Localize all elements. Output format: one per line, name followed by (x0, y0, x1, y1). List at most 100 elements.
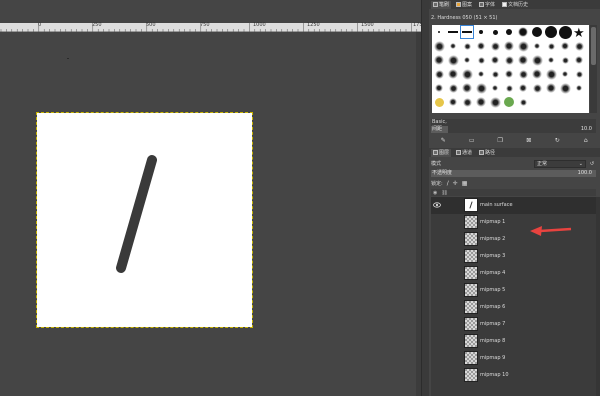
brush-preview[interactable] (474, 95, 488, 109)
layer-row[interactable]: mipmap 10 (431, 367, 596, 384)
brush-preview[interactable] (516, 53, 530, 67)
layer-row[interactable]: mipmap 9 (431, 350, 596, 367)
tab-brushes[interactable]: 笔刷 (431, 0, 452, 9)
layer-row[interactable]: mipmap 7 (431, 316, 596, 333)
brush-preview[interactable] (502, 67, 516, 81)
new-brush-button[interactable]: ▭ (468, 136, 476, 144)
brush-preview[interactable] (572, 67, 586, 81)
brush-preview[interactable] (572, 53, 586, 67)
layer-row[interactable]: mipmap 8 (431, 333, 596, 350)
edit-brush-button[interactable]: ✎ (439, 136, 447, 144)
brush-preview[interactable] (460, 95, 474, 109)
brush-preview[interactable] (460, 39, 474, 53)
brush-preview[interactable] (474, 53, 488, 67)
brush-preview[interactable] (558, 39, 572, 53)
tab-document-history[interactable]: 文档历史 (500, 1, 530, 9)
brush-preview[interactable] (572, 81, 586, 95)
open-brush-folder-button[interactable]: ⌂ (582, 136, 590, 144)
lock-alpha-icon[interactable]: ▦ (462, 180, 468, 187)
brush-preview[interactable] (460, 67, 474, 81)
brush-preview[interactable] (474, 39, 488, 53)
delete-brush-button[interactable]: ⊠ (525, 136, 533, 144)
brush-preview[interactable] (530, 95, 544, 109)
brush-preview[interactable] (446, 39, 460, 53)
brush-preview[interactable] (460, 25, 474, 39)
brush-preview[interactable] (502, 53, 516, 67)
brush-preview[interactable] (488, 25, 502, 39)
lock-pixels-icon[interactable]: ∕ (447, 180, 449, 187)
eye-icon[interactable] (433, 202, 441, 208)
brush-preview[interactable] (432, 39, 446, 53)
brush-preview[interactable] (446, 81, 460, 95)
brush-preview[interactable] (558, 81, 572, 95)
brush-preview[interactable] (544, 53, 558, 67)
brush-preview[interactable] (488, 67, 502, 81)
brush-preview[interactable] (558, 25, 572, 39)
brush-preview[interactable] (530, 25, 544, 39)
layer-row[interactable]: main surface (431, 197, 596, 214)
brush-grid[interactable]: ★ (432, 25, 589, 113)
layer-row[interactable]: mipmap 4 (431, 265, 596, 282)
brush-preview[interactable] (432, 53, 446, 67)
brush-preview[interactable] (446, 53, 460, 67)
brush-preview[interactable] (544, 95, 558, 109)
lock-position-icon[interactable]: ✛ (453, 180, 458, 187)
layers-scrollbar[interactable] (596, 197, 600, 396)
brush-grid-scrollbar[interactable] (590, 25, 597, 113)
brush-tag-filter[interactable]: Basic, (431, 119, 596, 126)
layer-row[interactable]: mipmap 6 (431, 299, 596, 316)
brush-preview[interactable] (530, 53, 544, 67)
brush-preview[interactable] (530, 81, 544, 95)
brush-preview[interactable] (516, 39, 530, 53)
brush-preview[interactable] (516, 25, 530, 39)
layer-row[interactable]: mipmap 1 (431, 214, 596, 231)
brush-preview[interactable] (446, 25, 460, 39)
brush-preview[interactable] (432, 25, 446, 39)
brush-preview[interactable] (530, 67, 544, 81)
layer-mode-select[interactable]: 正常 ⌄ (534, 159, 586, 168)
brush-preview[interactable] (432, 95, 446, 109)
brush-spacing-slider[interactable]: 间距 10.0 (431, 126, 596, 133)
mode-reset-button[interactable]: ↺ (588, 160, 596, 168)
brush-preview[interactable] (474, 67, 488, 81)
layer-row[interactable]: mipmap 3 (431, 248, 596, 265)
tab-patterns[interactable]: 图案 (454, 1, 474, 9)
refresh-brushes-button[interactable]: ↻ (553, 136, 561, 144)
brush-preview[interactable] (446, 95, 460, 109)
brush-preview[interactable] (516, 95, 530, 109)
brush-preview[interactable] (572, 39, 586, 53)
brush-preview[interactable] (432, 81, 446, 95)
layer-row[interactable]: mipmap 5 (431, 282, 596, 299)
brush-preview[interactable] (572, 95, 586, 109)
layer-row[interactable]: mipmap 2 (431, 231, 596, 248)
tab-fonts[interactable]: 字体 (477, 1, 497, 9)
brush-preview[interactable] (544, 67, 558, 81)
brush-preview[interactable] (488, 39, 502, 53)
duplicate-brush-button[interactable]: ❐ (496, 136, 504, 144)
brush-preview[interactable] (488, 81, 502, 95)
image-canvas[interactable] (36, 112, 253, 328)
brush-preview[interactable] (558, 53, 572, 67)
brush-preview[interactable] (544, 25, 558, 39)
brush-preview[interactable] (516, 67, 530, 81)
brush-preview[interactable] (460, 53, 474, 67)
brush-preview[interactable] (432, 67, 446, 81)
brush-preview[interactable] (530, 39, 544, 53)
layers-list[interactable]: main surface mipmap 1 mipmap 2 mipmap 3 mipm… (431, 197, 596, 396)
dock-divider[interactable] (421, 0, 429, 396)
tab-layers[interactable]: 图层 (431, 148, 452, 157)
tab-paths[interactable]: 路径 (477, 149, 497, 157)
brush-preview[interactable] (474, 25, 488, 39)
brush-preview[interactable] (544, 81, 558, 95)
brush-preview[interactable] (558, 67, 572, 81)
brush-preview[interactable] (502, 39, 516, 53)
brush-preview[interactable] (474, 81, 488, 95)
brush-preview[interactable] (446, 67, 460, 81)
brush-preview[interactable] (502, 95, 516, 109)
brush-preview[interactable] (558, 95, 572, 109)
brush-preview[interactable] (460, 81, 474, 95)
scroll-thumb[interactable] (591, 27, 596, 65)
image-canvas-area[interactable]: 0 250 500 750 1000 1250 1500 1750 (0, 0, 426, 396)
brush-preview[interactable] (502, 25, 516, 39)
brush-preview[interactable] (516, 81, 530, 95)
